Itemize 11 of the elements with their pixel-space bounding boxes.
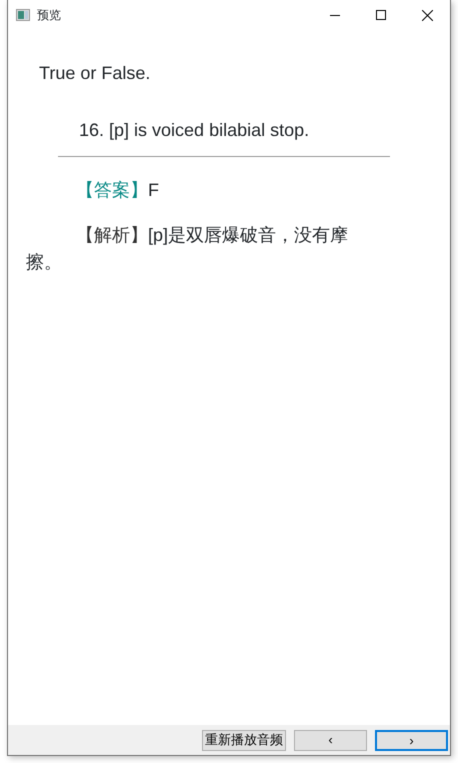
- question-heading: True or False.: [39, 62, 152, 85]
- maximize-icon[interactable]: [376, 10, 386, 20]
- next-button[interactable]: ›: [375, 730, 448, 750]
- replay-audio-button[interactable]: 重新播放音频: [202, 730, 286, 750]
- previous-button[interactable]: ‹: [294, 730, 367, 750]
- answer-line: 【答案】F: [75, 179, 160, 203]
- question-text: 16. [p] is voiced bilabial stop.: [79, 119, 310, 142]
- window-title: 预览: [37, 7, 61, 24]
- close-icon[interactable]: [422, 10, 432, 20]
- app-icon: [16, 9, 30, 21]
- analysis-paragraph: 【解析】[p]是双唇爆破音，没有摩擦。: [26, 224, 350, 274]
